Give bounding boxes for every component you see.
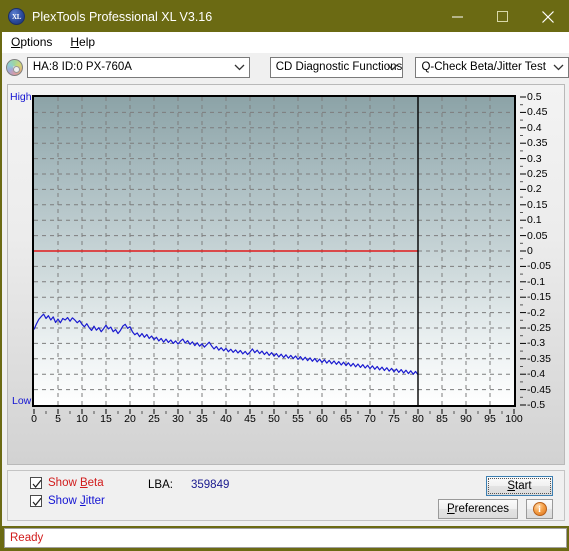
x-axis-tick: 100 — [505, 413, 523, 425]
start-label-rest: tart — [515, 480, 532, 492]
application-window: XL PlexTools Professional XL V3.16 Optio… — [0, 0, 569, 551]
test-select-value: Q-Check Beta/Jitter Test — [421, 61, 546, 73]
plot-area — [32, 95, 516, 407]
x-axis-tick: 80 — [412, 413, 424, 425]
drive-select[interactable]: HA:8 ID:0 PX-760A — [26, 56, 250, 78]
start-button[interactable]: Start — [486, 476, 553, 496]
preferences-button[interactable]: Preferences — [438, 499, 518, 519]
chevron-down-icon — [553, 58, 564, 77]
y-tick-marks — [520, 96, 526, 406]
y-axis-tick: 0.4 — [527, 121, 542, 134]
y-axis-tick: -0.5 — [527, 399, 546, 411]
menu-item-options[interactable]: Options — [2, 32, 61, 53]
x-axis-tick: 60 — [316, 413, 328, 425]
y-axis: 0.5 0.45 0.4 0.35 0.3 0.25 0.2 0.15 0.1 0.05 0 -0.0… — [520, 89, 565, 415]
x-tick-marks — [33, 409, 515, 414]
app-icon: XL — [8, 8, 25, 25]
lba-value: 359849 — [191, 479, 230, 491]
chevron-down-icon — [234, 58, 245, 77]
show-jitter-checkbox[interactable]: Show Jitter — [30, 495, 105, 507]
close-icon[interactable] — [525, 1, 569, 32]
test-select[interactable]: Q-Check Beta/Jitter Test — [415, 56, 569, 78]
y-axis-tick: -0.1 — [527, 275, 546, 288]
x-axis-tick: 20 — [124, 413, 136, 425]
checkbox-box-beta[interactable] — [30, 477, 42, 489]
menu-help-rest: elp — [79, 35, 96, 49]
y-axis-tick: -0.45 — [527, 383, 551, 396]
y-axis-tick: -0.4 — [527, 368, 546, 381]
chart-low-label: Low — [12, 395, 32, 407]
lba-label: LBA: — [148, 479, 173, 491]
status-text: Ready — [10, 532, 44, 544]
title-bar: XL PlexTools Professional XL V3.16 — [1, 1, 569, 32]
x-axis-tick: 15 — [100, 413, 112, 425]
y-axis-tick: 0.5 — [527, 91, 542, 103]
show-beta-label: Show Beta — [48, 477, 104, 489]
x-axis-tick: 40 — [220, 413, 232, 425]
y-axis-tick: -0.2 — [527, 306, 546, 319]
x-axis-tick: 5 — [55, 413, 61, 425]
x-axis: 0 5 10 15 20 25 30 35 40 45 50 55 60 65 70 75 80 85 90 95 10… — [31, 409, 523, 431]
client-area: HA:8 ID:0 PX-760A CD Diagnostic Function… — [2, 53, 569, 526]
check-icon — [32, 479, 42, 488]
y-axis-tick: 0.05 — [527, 229, 548, 242]
x-axis-tick: 45 — [244, 413, 256, 425]
y-axis-tick: -0.15 — [527, 291, 551, 304]
y-axis-tick: 0.45 — [527, 106, 548, 119]
x-axis-tick: 75 — [388, 413, 400, 425]
y-axis-tick: 0.25 — [527, 168, 548, 180]
x-axis-tick: 10 — [76, 413, 88, 425]
show-jitter-label: Show Jitter — [48, 495, 105, 507]
info-button[interactable]: i — [526, 499, 553, 519]
x-axis-tick: 85 — [436, 413, 448, 425]
window-controls — [435, 1, 569, 32]
y-axis-tick: 0.35 — [527, 137, 548, 150]
plot-svg — [34, 97, 514, 405]
x-axis-tick: 25 — [148, 413, 160, 425]
chevron-down-icon — [387, 58, 398, 77]
menu-options-rest: ptions — [20, 35, 53, 49]
status-bar: Ready — [4, 528, 567, 548]
y-axis-tick: -0.25 — [527, 322, 551, 334]
chart-panel: High Low 0.5 0.45 0.4 0.35 0.3 0.25 0.2 0.15 0.1… — [7, 84, 565, 465]
y-axis-tick: 0.2 — [527, 183, 542, 196]
x-axis-tick: 65 — [340, 413, 352, 425]
check-icon — [32, 497, 42, 506]
y-axis-tick: 0.15 — [527, 198, 548, 211]
y-axis-tick: -0.05 — [527, 260, 551, 273]
x-axis-tick: 95 — [484, 413, 496, 425]
x-axis-tick: 70 — [364, 413, 376, 425]
x-axis-tick: 30 — [172, 413, 184, 425]
chart-high-label: High — [10, 91, 32, 103]
x-axis-tick: 50 — [268, 413, 280, 425]
y-axis-tick: -0.35 — [527, 352, 551, 365]
x-axis-tick: 55 — [292, 413, 304, 425]
x-axis-tick: 0 — [31, 413, 37, 425]
x-axis-tick: 90 — [460, 413, 472, 425]
show-beta-checkbox[interactable]: Show Beta — [30, 477, 104, 489]
function-select-value: CD Diagnostic Functions — [275, 61, 403, 73]
toolbar-selectors: HA:8 ID:0 PX-760A CD Diagnostic Function… — [2, 53, 569, 81]
plot-canvas[interactable] — [32, 95, 516, 407]
cd-disc-icon — [6, 58, 23, 76]
x-axis-tick: 35 — [196, 413, 208, 425]
info-icon: i — [532, 502, 547, 516]
minimize-icon[interactable] — [435, 1, 480, 32]
prefs-label-rest: references — [454, 503, 509, 515]
y-axis-tick: 0.1 — [527, 214, 542, 227]
function-select[interactable]: CD Diagnostic Functions — [269, 56, 404, 78]
menu-item-help[interactable]: Help — [61, 32, 104, 53]
window-title: PlexTools Professional XL V3.16 — [32, 9, 213, 24]
controls-panel: Show Beta Show Jitter LBA: 359849 Start … — [7, 470, 565, 521]
drive-select-value: HA:8 ID:0 PX-760A — [32, 61, 132, 73]
checkbox-box-jitter[interactable] — [30, 495, 42, 507]
menu-bar: Options Help — [2, 32, 569, 53]
y-axis-tick: -0.3 — [527, 337, 546, 350]
y-axis-tick: 0.3 — [527, 152, 542, 165]
maximize-icon[interactable] — [480, 1, 525, 32]
